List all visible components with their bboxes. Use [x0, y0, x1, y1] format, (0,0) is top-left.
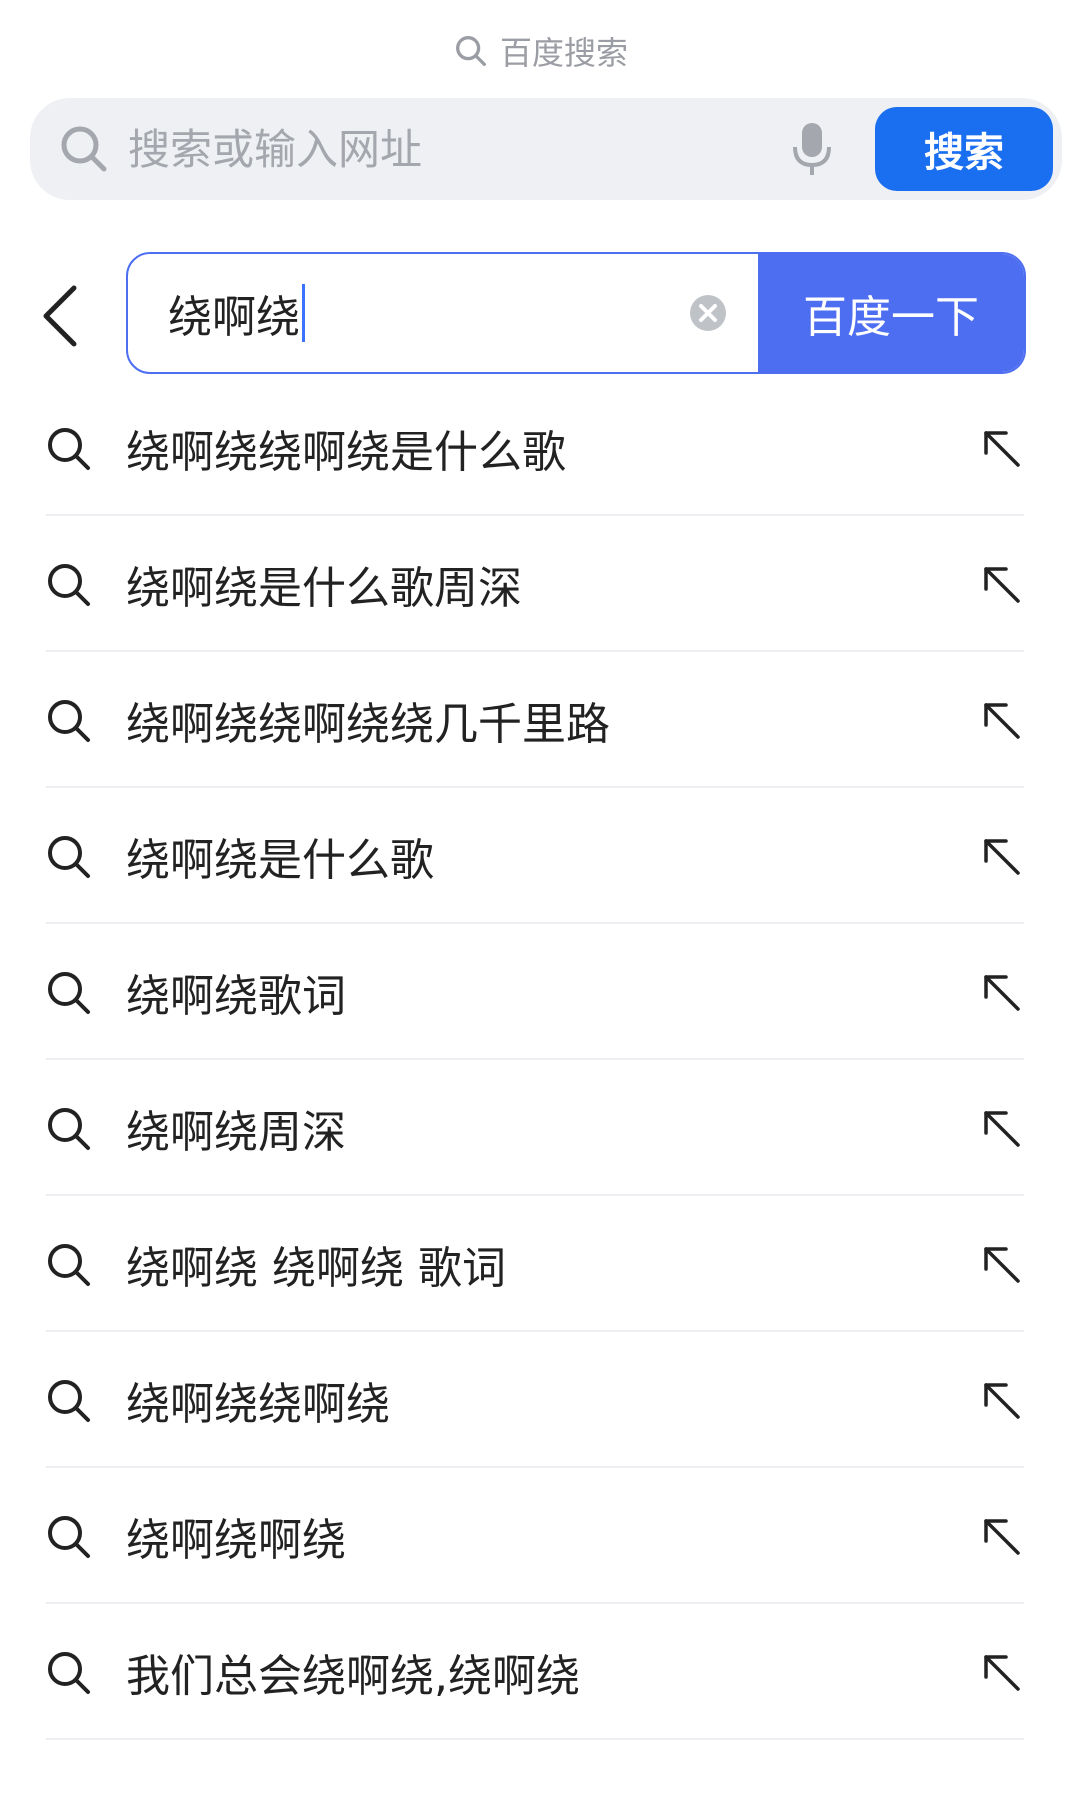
search-icon	[48, 564, 90, 606]
search-icon	[48, 1108, 90, 1150]
suggestion-item[interactable]: 绕啊绕啊绕	[0, 1468, 1080, 1604]
address-input[interactable]	[128, 124, 789, 174]
fill-in-arrow-icon[interactable]	[980, 971, 1022, 1013]
suggestion-item[interactable]: 绕啊绕是什么歌周深	[0, 516, 1080, 652]
suggestion-text: 绕啊绕绕啊绕绕几千里路	[126, 699, 610, 750]
search-icon	[456, 36, 486, 66]
search-icon	[48, 836, 90, 878]
suggestion-text: 绕啊绕绕啊绕	[126, 1379, 390, 1430]
top-hint-label: 百度搜索	[499, 34, 628, 72]
fill-in-arrow-icon[interactable]	[980, 1243, 1022, 1285]
fill-in-arrow-icon[interactable]	[980, 1651, 1022, 1693]
search-icon	[48, 1652, 90, 1694]
search-query-text: 绕啊绕	[168, 292, 300, 343]
suggestion-text: 绕啊绕歌词	[126, 971, 346, 1022]
suggestion-item[interactable]: 绕啊绕绕啊绕是什么歌	[0, 380, 1080, 516]
search-icon	[48, 1244, 90, 1286]
fill-in-arrow-icon[interactable]	[980, 1379, 1022, 1421]
back-arrow-icon[interactable]	[38, 284, 82, 348]
search-icon	[48, 700, 90, 742]
search-icon	[48, 1380, 90, 1422]
microphone-icon[interactable]	[789, 121, 835, 177]
suggestion-text: 绕啊绕绕啊绕是什么歌	[126, 427, 566, 478]
suggestion-item[interactable]: 我们总会绕啊绕,绕啊绕	[0, 1604, 1080, 1740]
search-input[interactable]: 绕啊绕	[128, 254, 688, 372]
text-caret	[302, 284, 305, 342]
clear-icon[interactable]	[688, 293, 728, 333]
suggestion-text: 绕啊绕是什么歌	[126, 835, 434, 886]
search-icon	[48, 972, 90, 1014]
baidu-search-hint: 百度搜索	[0, 28, 1080, 74]
suggestion-text: 绕啊绕 绕啊绕 歌词	[126, 1243, 506, 1294]
suggestion-item[interactable]: 绕啊绕绕啊绕	[0, 1332, 1080, 1468]
fill-in-arrow-icon[interactable]	[980, 835, 1022, 877]
search-icon	[48, 428, 90, 470]
suggestion-item[interactable]: 绕啊绕绕啊绕绕几千里路	[0, 652, 1080, 788]
fill-in-arrow-icon[interactable]	[980, 1515, 1022, 1557]
divider	[46, 1738, 1024, 1740]
suggestion-text: 绕啊绕啊绕	[126, 1515, 346, 1566]
suggestion-item[interactable]: 绕啊绕周深	[0, 1060, 1080, 1196]
search-box[interactable]: 绕啊绕 百度一下	[126, 252, 1026, 374]
suggestion-item[interactable]: 绕啊绕 绕啊绕 歌词	[0, 1196, 1080, 1332]
fill-in-arrow-icon[interactable]	[980, 563, 1022, 605]
suggestion-text: 绕啊绕周深	[126, 1107, 346, 1158]
fill-in-arrow-icon[interactable]	[980, 427, 1022, 469]
baidu-search-button[interactable]: 百度一下	[758, 254, 1024, 372]
suggestion-text: 绕啊绕是什么歌周深	[126, 563, 522, 614]
suggestion-list: 绕啊绕绕啊绕是什么歌 绕啊绕是什么歌周深 绕啊绕绕啊绕绕几千里路 绕啊绕是什么歌…	[0, 380, 1080, 1740]
search-icon	[61, 126, 107, 172]
search-row: 绕啊绕 百度一下	[0, 252, 1080, 376]
suggestion-text: 我们总会绕啊绕,绕啊绕	[126, 1651, 580, 1702]
fill-in-arrow-icon[interactable]	[980, 1107, 1022, 1149]
fill-in-arrow-icon[interactable]	[980, 699, 1022, 741]
suggestion-item[interactable]: 绕啊绕歌词	[0, 924, 1080, 1060]
suggestion-item[interactable]: 绕啊绕是什么歌	[0, 788, 1080, 924]
search-icon	[48, 1516, 90, 1558]
browser-address-bar[interactable]: 搜索	[30, 98, 1062, 200]
browser-search-button[interactable]: 搜索	[875, 107, 1053, 191]
